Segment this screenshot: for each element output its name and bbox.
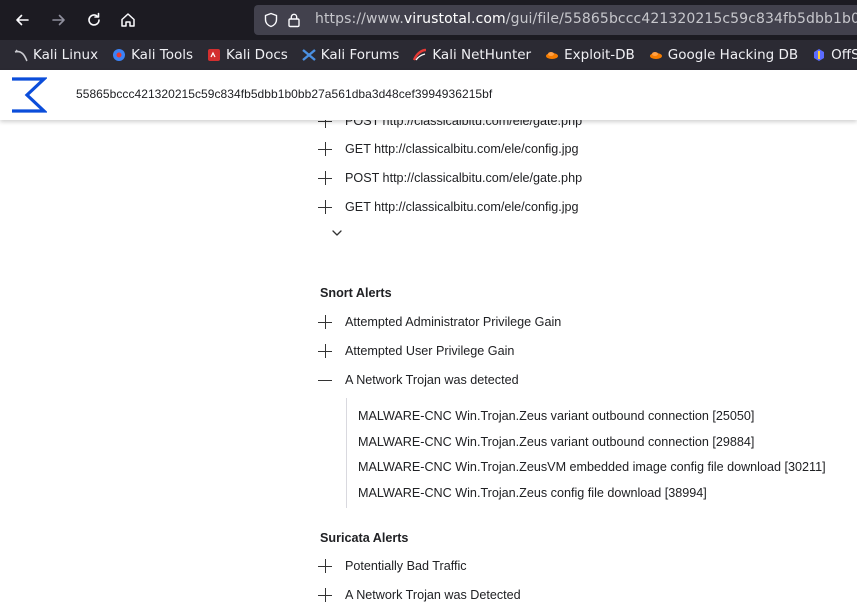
nethunter-icon	[413, 48, 427, 61]
bookmark-label: Kali Linux	[33, 47, 99, 63]
bookmark-label: Kali Forums	[320, 47, 400, 63]
expand-plus-icon[interactable]	[318, 559, 332, 573]
reload-icon	[88, 12, 100, 26]
snort-alert-label: Attempted Administrator Privilege Gain	[345, 315, 562, 329]
snort-rule-detail: MALWARE-CNC Win.Trojan.Zeus config file …	[358, 486, 707, 500]
kali-tools-icon	[113, 49, 126, 61]
snort-rule-detail: MALWARE-CNC Win.Trojan.ZeusVM embedded i…	[358, 460, 826, 474]
url-prefix: https://www.	[315, 11, 404, 27]
bookmark-kali-linux[interactable]: Kali Linux	[10, 40, 102, 70]
offsec-icon	[814, 49, 825, 61]
http-request-label: GET http://classicalbitu.com/ele/config.…	[345, 200, 579, 214]
snort-alert-item[interactable]: Attempted User Privilege Gain	[318, 341, 514, 361]
forward-button[interactable]	[47, 8, 71, 32]
bookmarks-bar: Kali Linux Kali Tools Kali Docs Kali For…	[0, 40, 857, 70]
expand-plus-icon[interactable]	[318, 315, 332, 329]
expand-plus-icon[interactable]	[318, 142, 332, 156]
bookmark-label: Google Hacking DB	[667, 47, 799, 63]
bookmark-label: Exploit-DB	[564, 47, 635, 63]
virustotal-logo-icon[interactable]	[9, 77, 47, 113]
back-arrow-icon	[16, 14, 29, 26]
expand-plus-icon[interactable]	[318, 588, 332, 602]
bookmark-label: Kali NetHunter	[432, 47, 532, 63]
suricata-alert-label: Potentially Bad Traffic	[345, 559, 467, 573]
snort-alert-item-expanded[interactable]: A Network Trojan was detected	[318, 370, 519, 390]
kali-docs-icon	[208, 49, 220, 61]
bookmark-label: Kali Tools	[131, 47, 193, 63]
bookmark-kali-docs[interactable]: Kali Docs	[203, 40, 292, 70]
file-hash: 55865bccc421320215c59c834fb5dbb1b0bb27a5…	[76, 87, 493, 101]
http-request-label: POST http://classicalbitu.com/ele/gate.p…	[345, 171, 583, 185]
snort-alert-label: A Network Trojan was detected	[345, 373, 519, 387]
exploit-db-icon	[546, 52, 559, 59]
address-bar[interactable]: https://www.virustotal.com/gui/file/5586…	[254, 5, 857, 35]
expand-plus-icon[interactable]	[318, 200, 332, 214]
http-request-item[interactable]: GET http://classicalbitu.com/ele/config.…	[318, 139, 579, 159]
expand-plus-icon[interactable]	[318, 120, 332, 128]
suricata-alert-item[interactable]: A Network Trojan was Detected	[318, 585, 521, 605]
bookmark-kali-forums[interactable]: Kali Forums	[298, 40, 404, 70]
tracking-shield-icon[interactable]	[264, 12, 278, 28]
chevron-down-icon[interactable]	[330, 228, 344, 238]
snort-alerts-heading: Snort Alerts	[320, 286, 392, 300]
url-path: /gui/file/55865bccc421320215c59c834fb5db…	[505, 11, 857, 27]
expand-plus-icon[interactable]	[318, 171, 332, 185]
http-request-label: GET http://classicalbitu.com/ele/config.…	[345, 142, 579, 156]
back-button[interactable]	[10, 8, 34, 32]
behavior-content: POST http://classicalbitu.com/ele/gate.p…	[0, 120, 857, 614]
suricata-alert-item[interactable]: Potentially Bad Traffic	[318, 556, 467, 576]
ghdb-icon	[649, 52, 662, 59]
url-domain: virustotal.com	[403, 11, 506, 27]
http-request-item[interactable]: POST http://classicalbitu.com/ele/gate.p…	[318, 120, 582, 131]
home-button[interactable]	[116, 8, 140, 32]
bookmark-label: OffSec	[831, 47, 857, 63]
snort-alert-item[interactable]: Attempted Administrator Privilege Gain	[318, 312, 561, 332]
home-icon	[121, 13, 135, 27]
http-request-label: POST http://classicalbitu.com/ele/gate.p…	[345, 120, 583, 128]
bookmark-offsec[interactable]: OffSec	[808, 40, 857, 70]
http-request-item[interactable]: GET http://classicalbitu.com/ele/config.…	[318, 197, 579, 217]
kali-dragon-icon	[14, 49, 28, 62]
suricata-alert-label: A Network Trojan was Detected	[345, 588, 521, 602]
bookmark-kali-tools[interactable]: Kali Tools	[108, 40, 197, 70]
lock-icon[interactable]	[287, 12, 301, 28]
snort-rule-detail: MALWARE-CNC Win.Trojan.Zeus variant outb…	[358, 409, 755, 423]
browser-toolbar: https://www.virustotal.com/gui/file/5586…	[0, 0, 857, 40]
expand-plus-icon[interactable]	[318, 344, 332, 358]
collapse-minus-icon[interactable]	[318, 373, 332, 387]
http-request-item[interactable]: POST http://classicalbitu.com/ele/gate.p…	[318, 168, 582, 188]
url-text: https://www.virustotal.com/gui/file/5586…	[315, 11, 857, 27]
bookmark-kali-nethunter[interactable]: Kali NetHunter	[409, 40, 535, 70]
bookmark-google-hacking-db[interactable]: Google Hacking DB	[645, 40, 802, 70]
virustotal-header: 55865bccc421320215c59c834fb5dbb1b0bb27a5…	[0, 70, 857, 120]
reload-button[interactable]	[82, 8, 106, 32]
snort-rule-detail: MALWARE-CNC Win.Trojan.Zeus variant outb…	[358, 435, 755, 449]
bookmark-label: Kali Docs	[226, 47, 288, 63]
suricata-alerts-heading: Suricata Alerts	[320, 531, 409, 545]
snort-alert-label: Attempted User Privilege Gain	[345, 344, 515, 358]
kali-forums-icon	[302, 49, 316, 61]
forward-arrow-icon	[52, 14, 65, 26]
bookmark-exploit-db[interactable]: Exploit-DB	[541, 40, 639, 70]
